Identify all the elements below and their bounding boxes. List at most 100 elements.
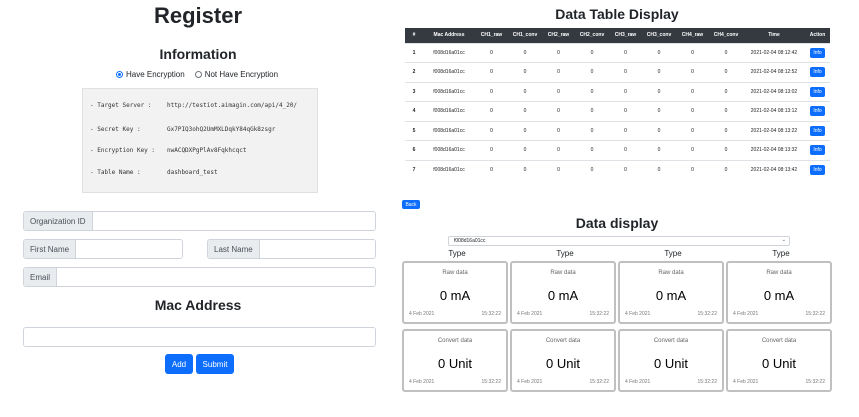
- table-cell: f008d16a01cc: [423, 101, 475, 121]
- table-cell: 0: [542, 81, 575, 102]
- convert-data-card: Convert data 0 Unit 4 Feb 2021 15:32:22: [618, 329, 724, 392]
- mac-select[interactable]: f008d16a01cc ⌄: [448, 236, 790, 246]
- radio-no-encryption[interactable]: Not Have Encryption: [194, 70, 279, 79]
- table-cell: 0: [475, 140, 508, 160]
- code-line: - Target Server : http://testiot.aimagin.…: [90, 102, 297, 109]
- table-cell: 4: [405, 101, 423, 121]
- table-cell: 2021-02-04 08:13:02: [743, 81, 805, 102]
- table-cell: 0: [475, 159, 508, 180]
- table-cell: 0: [609, 140, 642, 160]
- back-button[interactable]: Back: [402, 200, 420, 209]
- table-cell: 0: [709, 159, 743, 180]
- raw-data-card: Raw data 0 mA 4 Feb 2021 15:32:22: [402, 261, 508, 324]
- email-input[interactable]: [57, 268, 375, 286]
- card-title: Raw data: [442, 270, 468, 276]
- table-cell: f008d16a01cc: [423, 62, 475, 82]
- table-row: 7 f008d16a01cc 0 0 0 0 0 0 0 0 2021-02-04 08:13:42…: [405, 159, 830, 180]
- mac-address-input[interactable]: [24, 328, 375, 346]
- email-group: Email: [23, 267, 376, 287]
- info-button[interactable]: Info: [810, 106, 825, 117]
- table-cell: 0: [542, 101, 575, 121]
- table-cell: 0: [508, 101, 542, 121]
- card-date: 4 Feb 2021: [625, 311, 651, 317]
- table-cell: 0: [542, 120, 575, 141]
- column-header: #: [405, 28, 423, 43]
- table-cell: 0: [508, 140, 542, 160]
- table-cell: 2021-02-04 08:13:12: [743, 101, 805, 121]
- card-value: 0 Unit: [762, 356, 796, 371]
- table-cell: 0: [609, 101, 642, 121]
- first-name-input[interactable]: [76, 240, 182, 258]
- table-cell: 0: [475, 42, 508, 63]
- add-button[interactable]: Add: [165, 354, 193, 374]
- action-cell: Info: [805, 42, 830, 63]
- info-button[interactable]: Info: [810, 86, 825, 97]
- code-line: - Table Name : dashboard_test: [90, 169, 218, 176]
- table-cell: f008d16a01cc: [423, 81, 475, 102]
- card-title: Convert data: [545, 338, 581, 344]
- card-time: 15:32:22: [697, 311, 717, 317]
- action-cell: Info: [805, 159, 830, 180]
- info-button[interactable]: Info: [810, 125, 825, 136]
- table-cell: 0: [642, 140, 676, 160]
- table-cell: 0: [575, 140, 609, 160]
- info-button[interactable]: Info: [810, 47, 825, 58]
- table-row: 5 f008d16a01cc 0 0 0 0 0 0 0 0 2021-02-04 08:13:22…: [405, 120, 830, 141]
- table-cell: 2021-02-04 08:13:32: [743, 140, 805, 160]
- raw-data-card: Raw data 0 mA 4 Feb 2021 15:32:22: [510, 261, 616, 324]
- action-cell: Info: [805, 81, 830, 102]
- mac-address-group: [23, 327, 376, 347]
- column-header: CH3_conv: [642, 28, 676, 43]
- card-time: 15:32:22: [589, 379, 609, 385]
- table-cell: 0: [575, 120, 609, 141]
- first-name-group: First Name: [23, 239, 183, 259]
- code-line: - Secret Key : Gx7PIQ3ohQ2UmMXLDqkY84qGk8…: [90, 126, 275, 133]
- last-name-input[interactable]: [259, 240, 375, 258]
- organization-id-group: Organization ID: [23, 211, 376, 231]
- organization-id-input[interactable]: [92, 212, 375, 230]
- last-name-label: Last Name: [208, 240, 260, 258]
- table-cell: 0: [575, 159, 609, 180]
- table-cell: 3: [405, 81, 423, 102]
- information-heading: Information: [159, 46, 237, 62]
- table-cell: 0: [508, 42, 542, 63]
- info-button[interactable]: Info: [810, 67, 825, 78]
- table-cell: 0: [676, 42, 709, 63]
- card-value: 0 mA: [439, 288, 471, 303]
- action-cell: Info: [805, 120, 830, 141]
- table-cell: 0: [542, 62, 575, 82]
- table-cell: 0: [709, 120, 743, 141]
- raw-data-card: Raw data 0 mA 4 Feb 2021 15:32:22: [618, 261, 724, 324]
- table-cell: 0: [542, 42, 575, 63]
- column-header: CH3_raw: [609, 28, 642, 43]
- type-label: Type: [664, 249, 682, 258]
- table-cell: 0: [709, 62, 743, 82]
- code-key: - Table Name :: [90, 169, 141, 176]
- convert-data-card: Convert data 0 Unit 4 Feb 2021 15:32:22: [402, 329, 508, 392]
- card-title: Raw data: [766, 270, 792, 276]
- last-name-group: Last Name: [207, 239, 376, 259]
- submit-button[interactable]: Submit: [196, 354, 234, 374]
- table-cell: 0: [575, 81, 609, 102]
- column-header: Time: [743, 28, 805, 43]
- code-value: Gx7PIQ3ohQ2UmMXLDqkY84qGk8zsgr: [167, 126, 276, 133]
- action-cell: Info: [805, 62, 830, 82]
- radio-have-encryption[interactable]: Have Encryption: [116, 70, 185, 79]
- card-title: Raw data: [550, 270, 576, 276]
- code-key: - Secret Key :: [90, 126, 141, 133]
- chevron-down-icon: ⌄: [781, 237, 786, 243]
- info-button[interactable]: Info: [810, 145, 825, 156]
- table-cell: 0: [575, 101, 609, 121]
- table-cell: 2021-02-04 08:12:52: [743, 62, 805, 82]
- table-row: 6 f008d16a01cc 0 0 0 0 0 0 0 0 2021-02-04 08:13:32…: [405, 140, 830, 160]
- code-line: - Encryption Key : nwACQDXPgPlAv8Fqkhcqct: [90, 147, 246, 154]
- info-button[interactable]: Info: [810, 165, 825, 175]
- card-value: 0 mA: [547, 288, 579, 303]
- encryption-radio-group: Have Encryption Not Have Encryption: [116, 70, 278, 79]
- table-cell: f008d16a01cc: [423, 120, 475, 141]
- radio-label: Not Have Encryption: [204, 70, 279, 79]
- card-value: 0 mA: [655, 288, 687, 303]
- table-cell: 0: [642, 42, 676, 63]
- card-value: 0 mA: [763, 288, 795, 303]
- table-title: Data Table Display: [555, 6, 679, 22]
